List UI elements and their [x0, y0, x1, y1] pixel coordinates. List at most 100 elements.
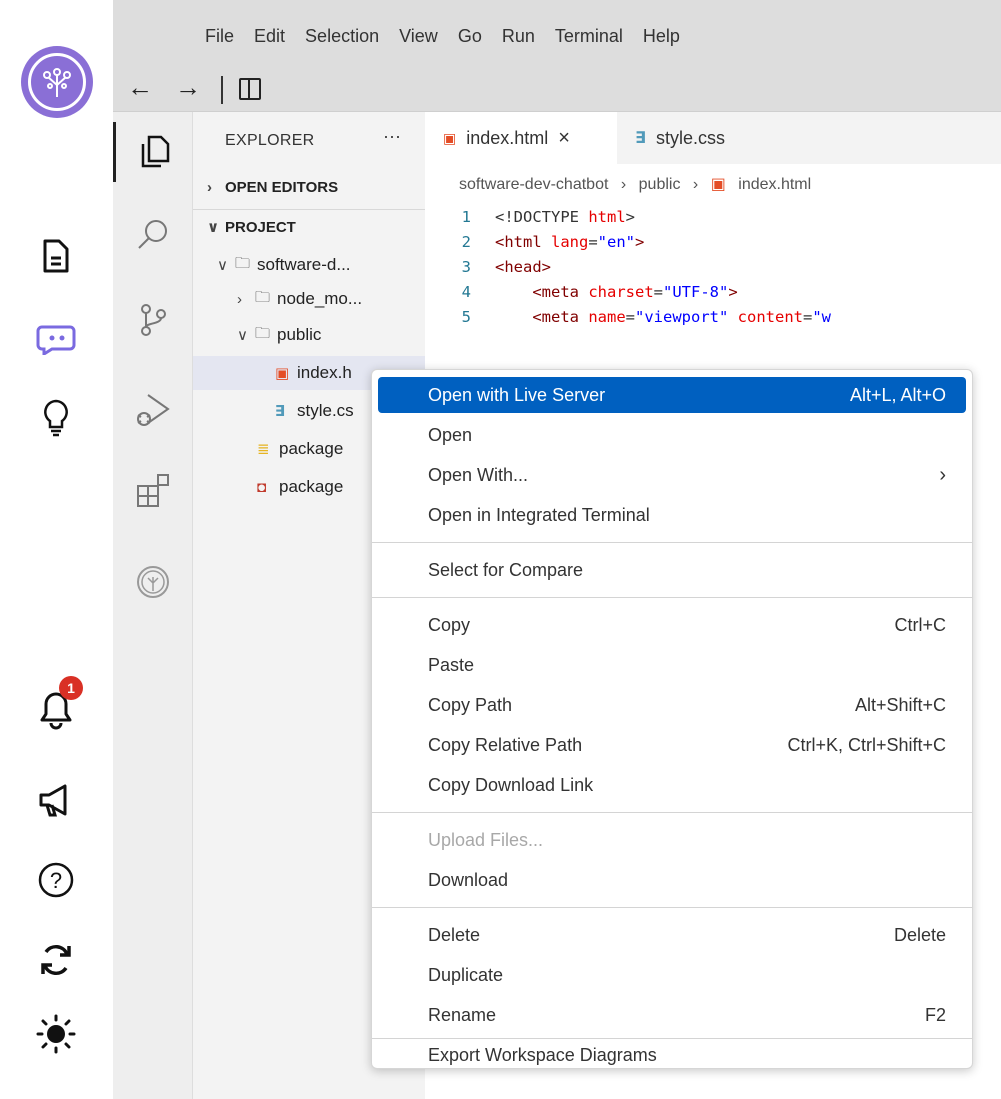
close-tab-icon[interactable]: ×	[558, 127, 570, 150]
menu-go[interactable]: Go	[458, 26, 482, 47]
search-icon[interactable]	[113, 204, 193, 264]
screen: 1 ? File Edit Selection View Go Run Term…	[0, 0, 1001, 1099]
json-file-icon: ≣	[257, 441, 270, 458]
svg-text:?: ?	[50, 868, 62, 893]
toggle-sidebar-icon[interactable]	[239, 78, 261, 100]
menu-item-shortcut: Ctrl+C	[894, 614, 946, 635]
menu-item-export-diagrams[interactable]: Export Workspace Diagrams	[378, 1040, 966, 1070]
source-control-icon[interactable]	[113, 290, 193, 350]
folder-icon: 🗀	[255, 324, 271, 342]
chevron-right-icon: ›	[207, 178, 212, 196]
code-line: 4 <meta charset = "UTF-8" >	[425, 279, 1001, 304]
chevron-down-icon: ∨	[237, 327, 248, 344]
help-icon[interactable]: ?	[32, 856, 80, 904]
menu-edit[interactable]: Edit	[254, 26, 285, 47]
chevron-down-icon: ∨	[207, 219, 220, 236]
breadcrumb-folder[interactable]: public	[639, 176, 681, 193]
back-arrow-icon[interactable]: ←	[127, 72, 153, 103]
menu-file[interactable]: File	[205, 26, 234, 47]
menu-item-copy-path[interactable]: Copy Path Alt+Shift+C	[378, 687, 966, 723]
document-icon[interactable]	[32, 232, 80, 280]
code-token: =	[588, 232, 598, 251]
submenu-chevron-icon: ›	[939, 463, 946, 486]
tab-index-html[interactable]: ▣ index.html ×	[425, 112, 617, 164]
extensions-icon[interactable]	[113, 460, 193, 520]
app-logo-icon[interactable]	[21, 46, 93, 118]
code-token: =	[803, 307, 813, 326]
code-editor[interactable]: 1 <!DOCTYPE html > 2 <html lang = "en" > 3 <…	[425, 204, 1001, 329]
line-number: 1	[461, 207, 471, 226]
menu-item-label: Export Workspace Diagrams	[428, 1044, 657, 1065]
html-file-icon: ▣	[710, 176, 726, 193]
breadcrumb: software-dev-chatbot › public › ▣ index.…	[459, 174, 811, 194]
code-token: =	[625, 307, 635, 326]
forward-arrow-icon[interactable]: →	[175, 72, 201, 103]
tree-item-label: node_mo...	[277, 289, 363, 308]
lightbulb-icon[interactable]	[32, 394, 80, 442]
breadcrumb-separator: ›	[692, 176, 699, 193]
context-menu: Open with Live Server Alt+L, Alt+O Open …	[371, 369, 973, 1069]
menu-item-label: Paste	[428, 654, 475, 675]
chatbot-icon[interactable]	[32, 314, 80, 362]
notification-bell-icon[interactable]: 1	[32, 676, 83, 734]
code-line: 3 <head>	[425, 254, 1001, 279]
app-rail: 1 ?	[0, 10, 113, 1099]
menu-item-open-terminal[interactable]: Open in Integrated Terminal	[378, 497, 966, 533]
app-tree-icon[interactable]	[113, 552, 193, 612]
code-token: charset	[588, 282, 654, 301]
tree-item-label: index.h	[297, 363, 352, 382]
code-token: html	[588, 207, 626, 226]
tree-item-software-dev[interactable]: ∨ 🗀 software-d...	[193, 248, 425, 282]
menu-item-open-with[interactable]: Open With... ›	[378, 457, 966, 493]
menu-selection[interactable]: Selection	[305, 26, 379, 47]
folder-icon: 🗀	[235, 254, 251, 272]
code-token: content	[737, 307, 803, 326]
npm-file-icon: ◘	[257, 478, 267, 496]
tab-style-css[interactable]: ∃ style.css	[617, 112, 795, 164]
explorer-more-actions[interactable]: ···	[383, 126, 401, 147]
project-label: PROJECT	[225, 218, 296, 236]
code-token: "viewport"	[635, 307, 729, 326]
menu-item-label: Copy Path	[428, 694, 513, 715]
menu-item-label: Select for Compare	[428, 559, 584, 580]
code-token: >	[625, 207, 635, 226]
menu-item-open[interactable]: Open	[378, 417, 966, 453]
run-debug-icon[interactable]	[113, 380, 193, 440]
menu-item-copy-relative-path[interactable]: Copy Relative Path Ctrl+K, Ctrl+Shift+C	[378, 727, 966, 763]
menu-view[interactable]: View	[399, 26, 438, 47]
menu-item-open-live-server[interactable]: Open with Live Server Alt+L, Alt+O	[378, 377, 966, 413]
breadcrumb-project[interactable]: software-dev-chatbot	[459, 176, 608, 193]
explorer-files-icon[interactable]	[113, 122, 193, 182]
menubar: File Edit Selection View Go Run Terminal…	[113, 0, 1001, 68]
menu-run[interactable]: Run	[502, 26, 535, 47]
menu-item-rename[interactable]: Rename F2	[378, 997, 966, 1033]
theme-sun-icon[interactable]	[32, 1010, 80, 1058]
html-file-icon: ▣	[443, 129, 457, 146]
megaphone-icon[interactable]	[32, 776, 80, 824]
menu-item-label: Open	[428, 424, 473, 445]
project-section[interactable]: ∨ PROJECT	[193, 210, 425, 244]
menu-item-copy-download-link[interactable]: Copy Download Link	[378, 767, 966, 803]
menu-item-paste[interactable]: Paste	[378, 647, 966, 683]
tree-item-public[interactable]: ∨ 🗀 public	[193, 318, 425, 352]
menu-item-delete[interactable]: Delete Delete	[378, 917, 966, 953]
menu-item-shortcut: Alt+L, Alt+O	[849, 384, 946, 405]
menu-item-shortcut: Alt+Shift+C	[854, 694, 946, 715]
menu-item-download[interactable]: Download	[378, 862, 966, 898]
tree-item-node-modules[interactable]: › 🗀 node_mo...	[193, 282, 425, 316]
menu-item-select-compare[interactable]: Select for Compare	[378, 552, 966, 588]
menu-separator	[372, 812, 972, 813]
activity-bar	[113, 112, 193, 1099]
menu-terminal[interactable]: Terminal	[555, 26, 623, 47]
code-token: <html	[495, 232, 551, 251]
nav-divider	[221, 76, 223, 104]
menu-help[interactable]: Help	[643, 26, 680, 47]
open-editors-section[interactable]: › OPEN EDITORS	[193, 170, 425, 204]
menu-item-shortcut: Ctrl+K, Ctrl+Shift+C	[787, 734, 946, 755]
menu-item-duplicate[interactable]: Duplicate	[378, 957, 966, 993]
code-token: >	[635, 232, 645, 251]
breadcrumb-file[interactable]: index.html	[738, 176, 811, 193]
sync-icon[interactable]	[32, 936, 80, 984]
menu-item-copy[interactable]: Copy Ctrl+C	[378, 607, 966, 643]
